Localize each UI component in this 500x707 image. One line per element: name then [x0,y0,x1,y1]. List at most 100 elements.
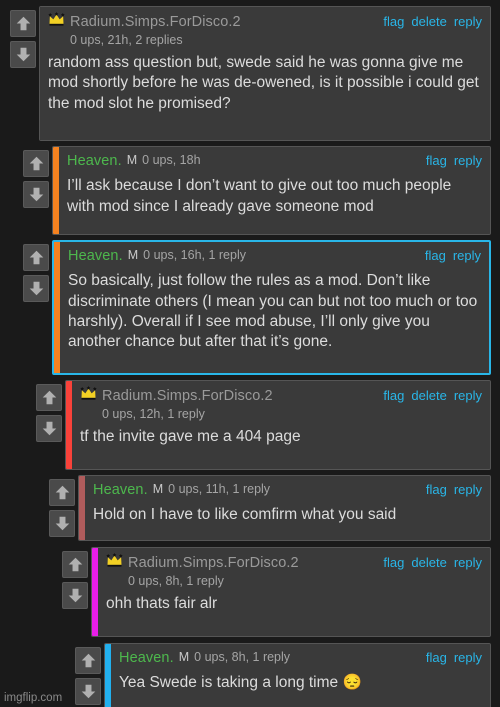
downvote-button[interactable] [75,678,101,705]
comment-username[interactable]: Radium.Simps.ForDisco.2 [128,554,299,572]
upvote-arrow-icon [55,485,69,500]
downvote-arrow-icon [81,684,95,699]
upvote-button[interactable] [10,10,36,37]
upvote-button[interactable] [36,384,62,411]
flag-link[interactable]: flag [426,482,447,498]
comment-meta: 0 ups, 21h, 2 replies [70,33,183,47]
downvote-arrow-icon [29,281,43,296]
reply-link[interactable]: reply [453,248,481,264]
comment-text: tf the invite gave me a 404 page [80,428,301,445]
comment-author-group: Radium.Simps.ForDisco.2 [48,12,377,32]
comment-actions: flag delete reply [383,555,482,571]
comment-author-group: Heaven. M 0 ups, 11h, 1 reply [93,481,420,499]
comment: Radium.Simps.ForDisco.2 flag delete reply 0 … [32,380,491,470]
downvote-button[interactable] [62,582,88,609]
downvote-arrow-icon [42,421,56,436]
downvote-arrow-icon [55,516,69,531]
comment-card: Radium.Simps.ForDisco.2 flag delete reply 0 … [39,6,491,141]
moderator-badge: M [127,248,139,263]
crown-icon [48,12,65,32]
downvote-arrow-icon [29,187,43,202]
upvote-button[interactable] [62,551,88,578]
comment-header: Heaven. M 0 ups, 8h, 1 reply flag reply [119,649,482,667]
reply-link[interactable]: reply [454,482,482,498]
comment-header: Radium.Simps.ForDisco.2 flag delete reply [80,386,482,406]
imgflip-watermark: imgflip.com [4,692,63,704]
comment-text: Yea Swede is taking a long time 😔 [119,674,362,692]
crown-icon [106,553,123,573]
comment-body: Heaven. M 0 ups, 8h, 1 reply flag reply Yea S… [111,644,490,707]
comment-text: Hold on I have to like comfirm what you … [93,506,397,524]
flag-link[interactable]: flag [383,14,404,30]
reply-link[interactable]: reply [454,153,482,169]
comment-actions: flag reply [426,650,482,666]
comment: Heaven. M 0 ups, 11h, 1 reply flag reply Hold… [45,475,491,541]
comment-actions: flag delete reply [383,14,482,30]
flag-link[interactable]: flag [426,650,447,666]
flag-link[interactable]: flag [426,153,447,169]
comment-username[interactable]: Heaven. [93,481,148,499]
comment-author-group: Heaven. M 0 ups, 18h [67,152,420,170]
comment: Heaven. M 0 ups, 16h, 1 reply flag reply So b… [19,240,491,375]
upvote-arrow-icon [29,250,43,265]
upvote-button[interactable] [23,150,49,177]
comment-text: random ass question but, swede said he w… [48,54,484,112]
upvote-button[interactable] [23,244,49,271]
upvote-arrow-icon [81,653,95,668]
delete-link[interactable]: delete [411,555,446,571]
downvote-button[interactable] [36,415,62,442]
upvote-arrow-icon [16,16,30,31]
comment-author-group: Radium.Simps.ForDisco.2 [106,553,377,573]
comment-author-group: Radium.Simps.ForDisco.2 [80,386,377,406]
comment-meta: 0 ups, 16h, 1 reply [143,248,246,263]
comment: Heaven. M 0 ups, 8h, 1 reply flag reply Yea S… [71,643,491,707]
comment-actions: flag reply [426,482,482,498]
delete-link[interactable]: delete [411,14,446,30]
reply-link[interactable]: reply [454,388,482,404]
vote-column [19,146,52,235]
comment-body: Heaven. M 0 ups, 11h, 1 reply flag reply Hold… [85,476,490,540]
comment-username[interactable]: Heaven. [119,649,174,667]
comment: Radium.Simps.ForDisco.2 flag delete reply 0 … [6,6,491,141]
reply-link[interactable]: reply [454,555,482,571]
reply-link[interactable]: reply [454,14,482,30]
comment-card: Radium.Simps.ForDisco.2 flag delete reply 0 … [65,380,491,470]
comment-meta: 0 ups, 18h [142,153,201,168]
comment-meta: 0 ups, 12h, 1 reply [102,407,205,421]
vote-column [58,547,91,637]
crown-icon [80,386,97,406]
comment-text: ohh thats fair alr [106,595,218,612]
flag-link[interactable]: flag [425,248,446,264]
downvote-button[interactable] [49,510,75,537]
comment-body: Radium.Simps.ForDisco.2 flag delete reply 0 … [72,381,490,469]
comment-header: Heaven. M 0 ups, 11h, 1 reply flag reply [93,481,482,499]
delete-link[interactable]: delete [411,388,446,404]
comment-card: Heaven. M 0 ups, 18h flag reply I’ll ask beca… [52,146,491,235]
vote-column [45,475,78,541]
comment-username[interactable]: Radium.Simps.ForDisco.2 [70,13,241,31]
upvote-arrow-icon [29,156,43,171]
downvote-button[interactable] [23,181,49,208]
comment-card: Heaven. M 0 ups, 16h, 1 reply flag reply So b… [52,240,491,375]
downvote-button[interactable] [10,41,36,68]
downvote-arrow-icon [68,588,82,603]
downvote-button[interactable] [23,275,49,302]
comment-card: Radium.Simps.ForDisco.2 flag delete reply 0 … [91,547,491,637]
upvote-button[interactable] [49,479,75,506]
comment-header: Heaven. M 0 ups, 16h, 1 reply flag reply [68,247,481,265]
comment-username[interactable]: Heaven. [67,152,122,170]
upvote-button[interactable] [75,647,101,674]
flag-link[interactable]: flag [383,555,404,571]
comment-username[interactable]: Radium.Simps.ForDisco.2 [102,387,273,405]
comment-username[interactable]: Heaven. [68,247,123,265]
comment-body: Heaven. M 0 ups, 18h flag reply I’ll ask beca… [59,147,490,234]
comment-actions: flag reply [426,153,482,169]
upvote-arrow-icon [68,557,82,572]
flag-link[interactable]: flag [383,388,404,404]
reply-link[interactable]: reply [454,650,482,666]
comment-meta: 0 ups, 8h, 1 reply [194,650,291,665]
comment-body: Radium.Simps.ForDisco.2 flag delete reply 0 … [40,7,490,140]
comment-text: I’ll ask because I don’t want to give ou… [67,177,456,215]
vote-column [71,643,104,707]
comment-meta: 0 ups, 8h, 1 reply [128,574,224,588]
